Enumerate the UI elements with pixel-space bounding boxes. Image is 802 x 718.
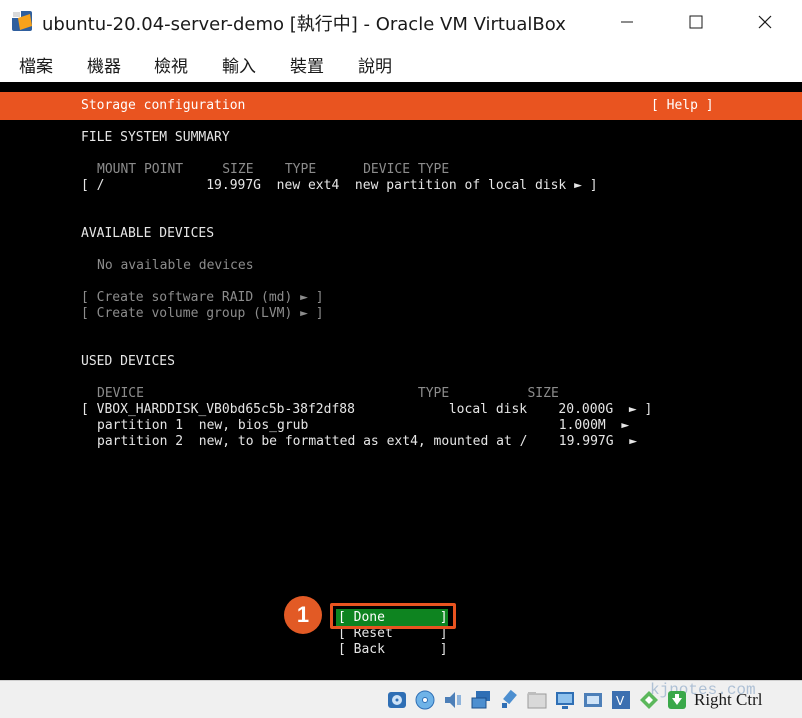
used-devices-columns: DEVICE TYPE SIZE [97, 386, 559, 401]
display-icon[interactable] [554, 689, 576, 711]
optical-disk-icon[interactable] [414, 689, 436, 711]
annotation-step-badge: 1 [284, 596, 322, 634]
video-capture-icon[interactable] [582, 689, 604, 711]
minimize-button[interactable] [604, 0, 650, 44]
installer-header: Storage configuration [ Help ] [0, 92, 802, 120]
menu-devices[interactable]: 裝置 [290, 52, 324, 77]
menu-file[interactable]: 檔案 [19, 52, 53, 77]
create-lvm-button[interactable]: [ Create volume group (LVM) ► ] [81, 306, 324, 322]
virtualization-icon[interactable]: V [610, 689, 632, 711]
page-title: Storage configuration [81, 98, 246, 113]
fs-summary-columns: MOUNT POINT SIZE TYPE DEVICE TYPE [97, 162, 450, 177]
partition-row-2[interactable]: partition 2 new, to be formatted as ext4… [97, 434, 637, 450]
maximize-icon [689, 15, 703, 29]
disk-row[interactable]: [ VBOX_HARDDISK_VB0bd65c5b-38f2df88 loca… [81, 402, 652, 418]
hard-disk-icon[interactable] [386, 689, 408, 711]
menu-input[interactable]: 輸入 [222, 52, 256, 77]
create-raid-button[interactable]: [ Create software RAID (md) ► ] [81, 290, 324, 306]
help-button[interactable]: [ Help ] [651, 98, 714, 114]
menu-help[interactable]: 說明 [358, 52, 392, 77]
available-devices-heading: AVAILABLE DEVICES [81, 226, 215, 241]
svg-text:V: V [616, 694, 625, 708]
menu-machine[interactable]: 機器 [87, 52, 121, 77]
no-devices-text: No available devices [97, 258, 254, 273]
window-title: ubuntu-20.04-server-demo [執行中] - Oracle … [42, 14, 566, 35]
virtualbox-icon [11, 10, 33, 32]
fs-summary-row[interactable]: [ / 19.997G new ext4 new partition of lo… [81, 178, 598, 194]
close-button[interactable] [742, 0, 788, 44]
minimize-icon [621, 21, 633, 23]
mouse-integration-icon[interactable] [638, 689, 660, 711]
menu-bar: 檔案 機器 檢視 輸入 裝置 說明 [0, 44, 802, 82]
partition-row-1[interactable]: partition 1 new, bios_grub 1.000M ► [97, 418, 629, 434]
close-icon [758, 15, 772, 29]
maximize-button[interactable] [673, 0, 719, 44]
vm-screen[interactable]: Storage configuration [ Help ] FILE SYST… [0, 82, 802, 680]
usb-icon[interactable] [498, 689, 520, 711]
network-icon[interactable] [470, 689, 492, 711]
shared-folder-icon[interactable] [526, 689, 548, 711]
annotation-highlight-box [330, 603, 456, 629]
audio-icon[interactable] [442, 689, 464, 711]
host-key-label: Right Ctrl [694, 690, 763, 709]
back-button[interactable]: [ Back ] [338, 642, 448, 658]
used-devices-heading: USED DEVICES [81, 354, 175, 369]
fs-summary-heading: FILE SYSTEM SUMMARY [81, 130, 230, 145]
status-bar: kjnotes.com V Right Ctrl [0, 680, 802, 718]
menu-view[interactable]: 檢視 [154, 52, 188, 77]
title-bar: ubuntu-20.04-server-demo [執行中] - Oracle … [0, 0, 802, 44]
keyboard-capture-icon[interactable] [666, 689, 688, 711]
